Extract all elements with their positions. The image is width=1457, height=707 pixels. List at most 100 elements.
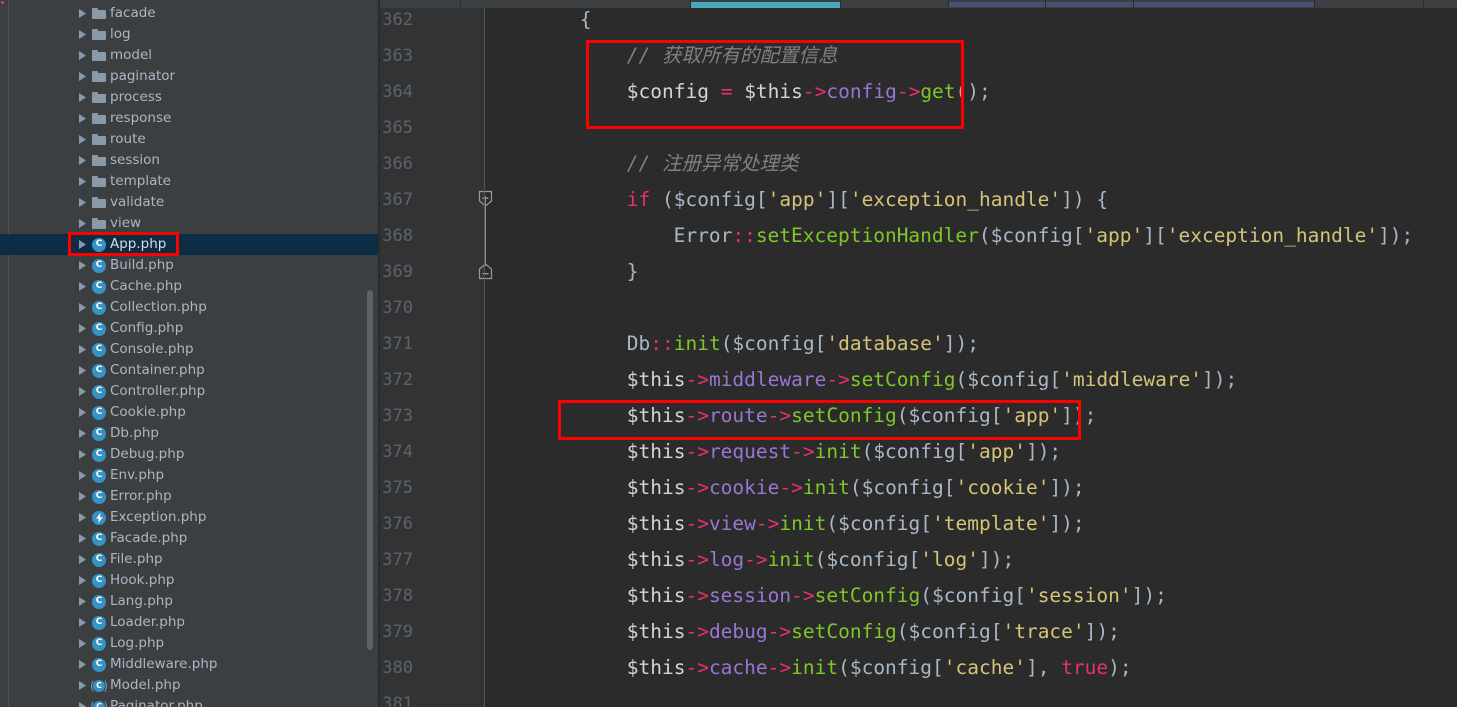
chevron-right-icon[interactable]: [76, 507, 90, 528]
chevron-right-icon[interactable]: [76, 45, 90, 66]
editor-tab[interactable]: [380, 2, 460, 7]
line-number[interactable]: 376: [380, 506, 413, 542]
tree-item[interactable]: template: [0, 171, 380, 192]
chevron-right-icon[interactable]: [76, 108, 90, 129]
tree-item[interactable]: session: [0, 150, 380, 171]
tree-item[interactable]: C Loader.php: [0, 612, 380, 633]
chevron-right-icon[interactable]: [76, 297, 90, 318]
line-number[interactable]: 369: [380, 254, 413, 290]
chevron-right-icon[interactable]: [76, 402, 90, 423]
tree-item[interactable]: C Middleware.php: [0, 654, 380, 675]
chevron-right-icon[interactable]: [76, 318, 90, 339]
code-line[interactable]: $this->view->init($config['template']);: [627, 506, 1085, 542]
editor-tab[interactable]: [461, 2, 690, 7]
tree-item[interactable]: C Cache.php: [0, 276, 380, 297]
chevron-right-icon[interactable]: [76, 255, 90, 276]
chevron-right-icon[interactable]: [76, 675, 90, 696]
tree-item[interactable]: C Container.php: [0, 360, 380, 381]
tree-item-selected[interactable]: C App.php: [0, 234, 380, 255]
code-line[interactable]: }: [627, 254, 639, 290]
tree-item[interactable]: C Controller.php: [0, 381, 380, 402]
line-number[interactable]: 363: [380, 38, 413, 74]
code-line[interactable]: $this->log->init($config['log']);: [627, 542, 1014, 578]
project-tree-scrollbar-track[interactable]: [367, 0, 377, 707]
tree-item[interactable]: (C) Paginator.php: [0, 696, 380, 707]
chevron-right-icon[interactable]: [76, 696, 90, 707]
line-number[interactable]: 379: [380, 614, 413, 650]
tree-item[interactable]: C Console.php: [0, 339, 380, 360]
chevron-right-icon[interactable]: [76, 276, 90, 297]
tree-item[interactable]: C Db.php: [0, 423, 380, 444]
code-line[interactable]: $this->session->setConfig($config['sessi…: [627, 578, 1167, 614]
tree-item[interactable]: C Cookie.php: [0, 402, 380, 423]
code-line[interactable]: $this->request->init($config['app']);: [627, 434, 1061, 470]
editor-tab[interactable]: [1315, 2, 1423, 7]
editor-tab[interactable]: [841, 2, 948, 7]
code-line[interactable]: $config = $this->config->get();: [627, 74, 991, 110]
editor-tab[interactable]: [949, 2, 1045, 7]
chevron-right-icon[interactable]: [76, 423, 90, 444]
line-number[interactable]: 362: [380, 8, 413, 38]
code-line[interactable]: {: [580, 8, 592, 38]
project-tree-panel[interactable]: facade log model paginator process response ro…: [0, 0, 380, 707]
code-line[interactable]: $this->middleware->setConfig($config['mi…: [627, 362, 1238, 398]
code-line[interactable]: $this->debug->setConfig($config['trace']…: [627, 614, 1120, 650]
chevron-right-icon[interactable]: [76, 213, 90, 234]
chevron-right-icon[interactable]: [76, 570, 90, 591]
line-number[interactable]: 377: [380, 542, 413, 578]
chevron-right-icon[interactable]: [76, 66, 90, 87]
editor-tab[interactable]: [1046, 2, 1133, 7]
chevron-right-icon[interactable]: [76, 234, 90, 255]
line-number[interactable]: 366: [380, 146, 413, 182]
code-line[interactable]: $this->route->setConfig($config['app']);: [627, 398, 1097, 434]
chevron-right-icon[interactable]: [76, 591, 90, 612]
chevron-right-icon[interactable]: [76, 633, 90, 654]
chevron-right-icon[interactable]: [76, 654, 90, 675]
tree-item[interactable]: route: [0, 129, 380, 150]
code-line[interactable]: if ($config['app']['exception_handle']) …: [627, 182, 1108, 218]
tree-item[interactable]: facade: [0, 3, 380, 24]
tree-item[interactable]: Exception.php: [0, 507, 380, 528]
line-number[interactable]: 381: [380, 686, 413, 707]
tree-item[interactable]: C Config.php: [0, 318, 380, 339]
line-number[interactable]: 371: [380, 326, 413, 362]
line-number[interactable]: 368: [380, 218, 413, 254]
chevron-right-icon[interactable]: [76, 381, 90, 402]
line-number[interactable]: 380: [380, 650, 413, 686]
editor-code-area[interactable]: { // 获取所有的配置信息 $config = $this->config->ge…: [485, 8, 1457, 707]
editor-gutter[interactable]: 362 363 364 365 366 367 368 369 370 371 372 373 374 3…: [380, 8, 493, 707]
chevron-right-icon[interactable]: [76, 87, 90, 108]
editor-tab[interactable]: [1424, 2, 1457, 7]
tree-item[interactable]: C Log.php: [0, 633, 380, 654]
code-line[interactable]: // 获取所有的配置信息: [627, 38, 838, 74]
tree-item[interactable]: C File.php: [0, 549, 380, 570]
tree-item[interactable]: C Hook.php: [0, 570, 380, 591]
chevron-right-icon[interactable]: [76, 129, 90, 150]
code-line[interactable]: Error::setExceptionHandler($config['app'…: [674, 218, 1414, 254]
line-number[interactable]: 370: [380, 290, 413, 326]
tree-item[interactable]: process: [0, 87, 380, 108]
tree-item[interactable]: (C) Model.php: [0, 675, 380, 696]
code-line[interactable]: $this->cookie->init($config['cookie']);: [627, 470, 1085, 506]
code-line[interactable]: Db::init($config['database']);: [627, 326, 979, 362]
tree-item[interactable]: model: [0, 45, 380, 66]
project-file-tree[interactable]: facade log model paginator process response ro…: [0, 3, 380, 707]
tree-item[interactable]: C Error.php: [0, 486, 380, 507]
code-line[interactable]: // 注册异常处理类: [627, 146, 799, 182]
tree-item[interactable]: log: [0, 24, 380, 45]
code-editor[interactable]: 362 363 364 365 366 367 368 369 370 371 372 373 374 3…: [380, 8, 1457, 707]
chevron-right-icon[interactable]: [76, 528, 90, 549]
line-number[interactable]: 372: [380, 362, 413, 398]
chevron-right-icon[interactable]: [76, 192, 90, 213]
tree-item[interactable]: paginator: [0, 66, 380, 87]
tree-item[interactable]: validate: [0, 192, 380, 213]
chevron-right-icon[interactable]: [76, 465, 90, 486]
chevron-right-icon[interactable]: [76, 612, 90, 633]
chevron-right-icon[interactable]: [76, 486, 90, 507]
tree-item[interactable]: response: [0, 108, 380, 129]
chevron-right-icon[interactable]: [76, 150, 90, 171]
line-number[interactable]: 367: [380, 182, 413, 218]
chevron-right-icon[interactable]: [76, 549, 90, 570]
project-tree-scrollbar-thumb[interactable]: [367, 290, 373, 650]
tree-item[interactable]: C Debug.php: [0, 444, 380, 465]
